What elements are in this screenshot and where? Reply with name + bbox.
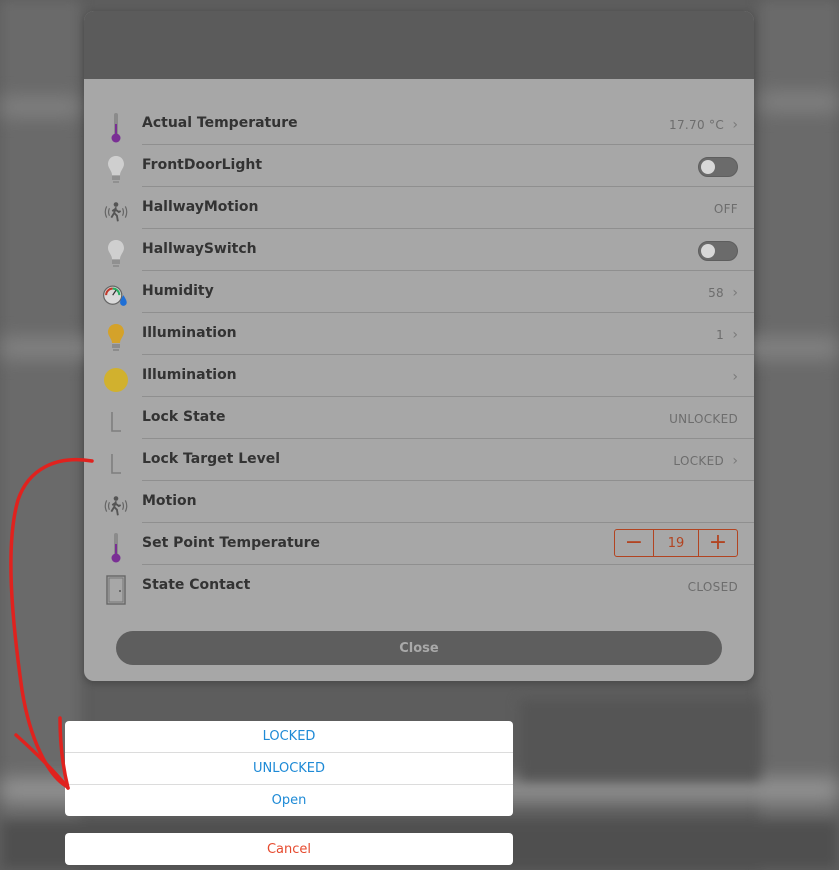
row-label: Actual Temperature bbox=[142, 115, 298, 131]
row-label: Lock State bbox=[142, 409, 226, 425]
row-label: FrontDoorLight bbox=[142, 157, 263, 173]
row-label: Illumination bbox=[142, 367, 237, 383]
row-illumination[interactable]: Illumination 1 › bbox=[84, 313, 754, 355]
row-label: State Contact bbox=[142, 577, 251, 593]
humidity-gauge-icon bbox=[102, 279, 130, 313]
row-label: Motion bbox=[142, 493, 197, 509]
row-illumination-2[interactable]: Illumination › bbox=[84, 355, 754, 397]
lock-target-action-sheet: LOCKED UNLOCKED Open bbox=[65, 721, 513, 816]
row-lock-state: Lock State UNLOCKED bbox=[84, 397, 754, 439]
row-motion: Motion bbox=[84, 481, 754, 523]
option-unlocked[interactable]: UNLOCKED bbox=[65, 753, 513, 785]
motion-icon bbox=[102, 489, 130, 523]
hallway-switch-toggle[interactable] bbox=[698, 241, 738, 261]
chevron-right-icon: › bbox=[732, 453, 738, 469]
door-icon bbox=[102, 573, 130, 607]
row-label: Illumination bbox=[142, 325, 237, 341]
row-value: 58 bbox=[708, 286, 724, 300]
chevron-right-icon: › bbox=[732, 327, 738, 343]
row-hallway-motion: HallwayMotion OFF bbox=[84, 187, 754, 229]
device-list: Actual Temperature 17.70 °C › FrontDoorL… bbox=[84, 103, 754, 607]
thermometer-icon bbox=[102, 111, 130, 145]
row-lock-target-level[interactable]: Lock Target Level LOCKED › bbox=[84, 439, 754, 481]
row-hallway-switch: HallwaySwitch bbox=[84, 229, 754, 271]
cancel-button[interactable]: Cancel bbox=[65, 833, 513, 865]
decrement-button[interactable]: − bbox=[615, 530, 653, 556]
lightbulb-icon bbox=[102, 153, 130, 187]
lightbulb-on-icon bbox=[102, 321, 130, 355]
row-set-point-temperature: Set Point Temperature − 19 + bbox=[84, 523, 754, 565]
chevron-right-icon: › bbox=[732, 117, 738, 133]
dialog-header bbox=[84, 11, 754, 79]
sun-icon bbox=[102, 363, 130, 397]
thermometer-icon bbox=[102, 531, 130, 565]
row-label: Set Point Temperature bbox=[142, 535, 321, 551]
row-state-contact: State Contact CLOSED bbox=[84, 565, 754, 607]
option-locked[interactable]: LOCKED bbox=[65, 721, 513, 753]
front-door-light-toggle[interactable] bbox=[698, 157, 738, 177]
row-humidity[interactable]: Humidity 58 › bbox=[84, 271, 754, 313]
chevron-right-icon: › bbox=[732, 285, 738, 301]
row-label: Humidity bbox=[142, 283, 214, 299]
lock-target-icon bbox=[102, 447, 130, 481]
row-label: HallwaySwitch bbox=[142, 241, 257, 257]
row-value: 1 bbox=[716, 328, 724, 342]
increment-button[interactable]: + bbox=[699, 530, 737, 556]
close-button[interactable]: Close bbox=[116, 631, 722, 665]
row-actual-temperature[interactable]: Actual Temperature 17.70 °C › bbox=[84, 103, 754, 145]
motion-icon bbox=[102, 195, 130, 229]
lock-state-icon bbox=[102, 405, 130, 439]
row-label: Lock Target Level bbox=[142, 451, 281, 467]
row-value: UNLOCKED bbox=[669, 412, 738, 426]
row-value: 17.70 °C bbox=[669, 118, 724, 132]
row-label: HallwayMotion bbox=[142, 199, 259, 215]
device-dialog: Actual Temperature 17.70 °C › FrontDoorL… bbox=[84, 11, 754, 681]
stepper-value: 19 bbox=[653, 530, 699, 556]
row-value: OFF bbox=[713, 202, 738, 216]
chevron-right-icon: › bbox=[732, 369, 738, 385]
row-front-door-light: FrontDoorLight bbox=[84, 145, 754, 187]
row-value: LOCKED bbox=[673, 454, 724, 468]
option-open[interactable]: Open bbox=[65, 785, 513, 816]
lightbulb-icon bbox=[102, 237, 130, 271]
set-point-stepper: − 19 + bbox=[614, 529, 738, 557]
row-value: CLOSED bbox=[687, 580, 738, 594]
